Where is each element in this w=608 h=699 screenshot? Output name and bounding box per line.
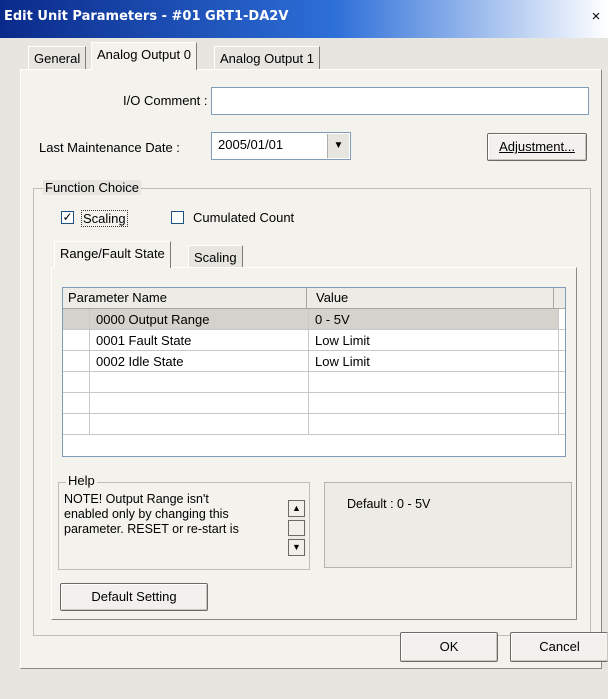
header-divider — [553, 288, 554, 308]
table-row[interactable]: 0001 Fault State Low Limit — [63, 329, 565, 351]
grid-header: Parameter Name Value — [63, 288, 565, 309]
header-divider — [306, 288, 307, 308]
maintenance-date-label: Last Maintenance Date : — [39, 140, 180, 155]
help-text: NOTE! Output Range isn't enabled only by… — [64, 492, 284, 537]
table-row-empty — [63, 371, 565, 393]
io-comment-label: I/O Comment : — [123, 93, 208, 108]
tab-analog-output-0[interactable]: Analog Output 0 — [91, 42, 197, 70]
ok-button[interactable]: OK — [400, 632, 498, 662]
table-cell-name: 0001 Fault State — [89, 329, 309, 351]
tab-range-fault-state-label: Range/Fault State — [60, 246, 165, 261]
help-text-line: enabled only by changing this — [64, 507, 229, 521]
table-row[interactable]: 0000 Output Range 0 - 5V — [63, 309, 565, 330]
column-header-parameter-name[interactable]: Parameter Name — [68, 290, 167, 305]
adjustment-button-label: Adjustment... — [499, 139, 575, 154]
function-choice-label: Function Choice — [43, 180, 141, 195]
default-value-text: Default : 0 - 5V — [347, 497, 431, 511]
maintenance-date-value: 2005/01/01 — [218, 137, 284, 152]
help-text-line: parameter. RESET or re-start is — [64, 522, 239, 536]
tab-analog-output-1-label: Analog Output 1 — [220, 51, 314, 66]
window-title: Edit Unit Parameters - #01 GRT1-DA2V — [4, 9, 289, 24]
io-comment-input[interactable] — [211, 87, 589, 115]
maintenance-date-dropdown[interactable]: 2005/01/01 ▼ — [211, 132, 351, 160]
range-fault-panel: Parameter Name Value 0000 Output Range 0… — [51, 267, 577, 620]
default-setting-button[interactable]: Default Setting — [60, 583, 208, 611]
row-marker — [63, 350, 90, 372]
default-setting-button-label: Default Setting — [91, 589, 177, 604]
analog-output-0-panel: I/O Comment : Last Maintenance Date : 20… — [20, 69, 602, 669]
column-header-value[interactable]: Value — [316, 290, 348, 305]
cumulated-count-label[interactable]: Cumulated Count — [193, 210, 294, 225]
table-cell-value[interactable]: Low Limit — [308, 329, 559, 351]
table-row-empty — [63, 413, 565, 435]
table-cell-value[interactable]: Low Limit — [308, 350, 559, 372]
close-icon[interactable]: × — [588, 9, 604, 25]
scaling-checkbox[interactable]: ✓ — [61, 211, 74, 224]
table-cell-empty — [558, 350, 565, 372]
tab-scaling[interactable]: Scaling — [188, 245, 243, 269]
table-cell-empty — [558, 329, 565, 351]
chevron-down-icon[interactable]: ▼ — [327, 134, 349, 158]
parameter-grid: Parameter Name Value 0000 Output Range 0… — [62, 287, 566, 457]
row-marker — [63, 309, 90, 330]
row-marker — [63, 329, 90, 351]
table-cell-value[interactable]: 0 - 5V — [308, 309, 559, 330]
default-value-box: Default : 0 - 5V — [324, 482, 572, 568]
ok-button-label: OK — [439, 639, 459, 654]
tab-range-fault-state[interactable]: Range/Fault State — [54, 241, 171, 268]
scaling-checkbox-label[interactable]: Scaling — [81, 210, 128, 227]
scroll-down-icon[interactable]: ▼ — [288, 539, 305, 556]
table-row-empty — [63, 392, 565, 414]
tab-analog-output-1[interactable]: Analog Output 1 — [214, 46, 320, 70]
table-cell-name: 0000 Output Range — [89, 309, 309, 330]
parameter-table: 0000 Output Range 0 - 5V 0001 Fault Stat… — [63, 309, 565, 435]
table-row[interactable]: 0002 Idle State Low Limit — [63, 350, 565, 372]
edit-unit-parameters-dialog: Edit Unit Parameters - #01 GRT1-DA2V × G… — [0, 0, 608, 699]
cancel-button[interactable]: Cancel — [510, 632, 608, 662]
help-scrollbar[interactable]: ▲ ▼ — [288, 500, 306, 556]
help-label: Help — [66, 473, 97, 488]
help-text-line: NOTE! Output Range isn't — [64, 492, 209, 506]
adjustment-button[interactable]: Adjustment... — [487, 133, 587, 161]
scroll-thumb[interactable] — [288, 520, 305, 536]
cancel-button-label: Cancel — [539, 639, 580, 654]
cumulated-count-checkbox[interactable] — [171, 211, 184, 224]
tab-analog-output-0-label: Analog Output 0 — [97, 47, 191, 62]
tab-general-label: General — [34, 51, 81, 66]
tab-scaling-label: Scaling — [194, 250, 237, 265]
table-cell-empty — [558, 309, 565, 330]
table-cell-name: 0002 Idle State — [89, 350, 309, 372]
title-bar[interactable]: Edit Unit Parameters - #01 GRT1-DA2V × — [0, 0, 608, 38]
tab-general[interactable]: General — [28, 46, 87, 70]
scroll-up-icon[interactable]: ▲ — [288, 500, 305, 517]
